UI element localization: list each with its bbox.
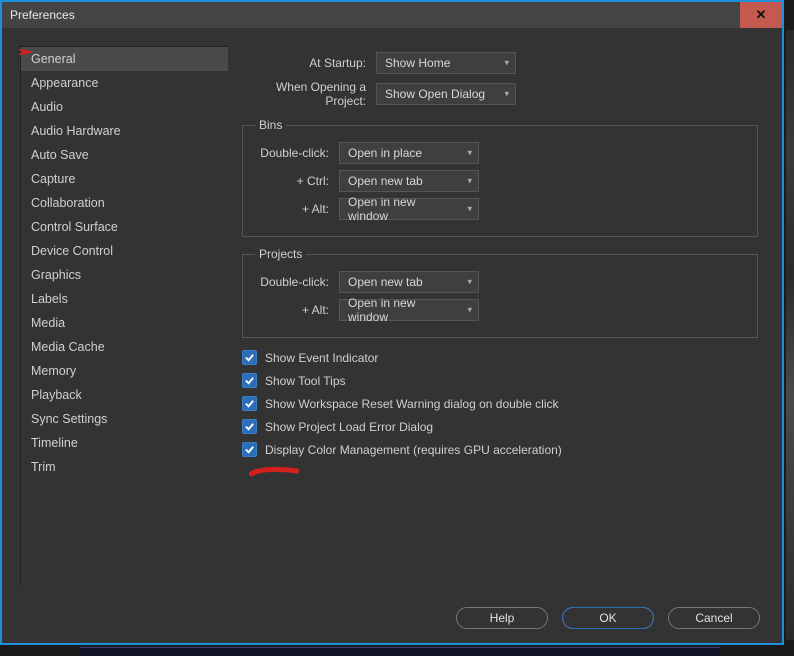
preferences-window: Preferences ✕ GeneralAppearanceAudioAudi… bbox=[0, 0, 784, 645]
check-icon bbox=[244, 421, 255, 432]
checkbox-label: Show Workspace Reset Warning dialog on d… bbox=[265, 397, 558, 411]
setting-row: + Alt: Open in new window ▾ bbox=[255, 198, 745, 220]
titlebar: Preferences ✕ bbox=[2, 2, 782, 28]
content-panel: At Startup:Show Home▾When Opening a Proj… bbox=[234, 46, 766, 585]
setting-label: + Ctrl: bbox=[255, 174, 339, 188]
sidebar-item-media[interactable]: Media bbox=[21, 311, 228, 335]
dropdown-value: Show Home bbox=[385, 56, 450, 70]
checkbox[interactable] bbox=[242, 373, 257, 388]
setting-label: Double-click: bbox=[255, 146, 339, 160]
dialog-footer: Help OK Cancel bbox=[2, 593, 782, 643]
checkbox-label: Show Tool Tips bbox=[265, 374, 346, 388]
dropdown-bins-double-click[interactable]: Open in place ▾ bbox=[339, 142, 479, 164]
checkbox[interactable] bbox=[242, 350, 257, 365]
dropdown-bins-ctrl[interactable]: Open new tab ▾ bbox=[339, 170, 479, 192]
setting-label: Double-click: bbox=[255, 275, 339, 289]
sidebar-item-media-cache[interactable]: Media Cache bbox=[21, 335, 228, 359]
dropdown-value: Show Open Dialog bbox=[385, 87, 485, 101]
sidebar-item-timeline[interactable]: Timeline bbox=[21, 431, 228, 455]
setting-label: + Alt: bbox=[255, 202, 339, 216]
checkbox-row[interactable]: Show Workspace Reset Warning dialog on d… bbox=[242, 396, 758, 411]
close-icon: ✕ bbox=[756, 7, 767, 23]
chevron-down-icon: ▾ bbox=[504, 89, 509, 100]
dropdown-value: Open in new window bbox=[348, 296, 456, 324]
checkbox-row[interactable]: Show Tool Tips bbox=[242, 373, 758, 388]
chevron-down-icon: ▾ bbox=[467, 305, 472, 316]
category-sidebar: GeneralAppearanceAudioAudio HardwareAuto… bbox=[20, 46, 228, 585]
background-bottom bbox=[80, 647, 720, 656]
checkbox-list: Show Event Indicator Show Tool Tips Show W… bbox=[242, 350, 758, 457]
chevron-down-icon: ▾ bbox=[467, 277, 472, 288]
background-strip bbox=[786, 30, 794, 640]
help-button[interactable]: Help bbox=[456, 607, 548, 629]
check-icon bbox=[244, 375, 255, 386]
sidebar-item-collaboration[interactable]: Collaboration bbox=[21, 191, 228, 215]
sidebar-item-auto-save[interactable]: Auto Save bbox=[21, 143, 228, 167]
chevron-down-icon: ▾ bbox=[467, 148, 472, 159]
checkbox[interactable] bbox=[242, 396, 257, 411]
window-title: Preferences bbox=[10, 8, 75, 22]
sidebar-item-graphics[interactable]: Graphics bbox=[21, 263, 228, 287]
dialog-body: GeneralAppearanceAudioAudio HardwareAuto… bbox=[2, 28, 782, 593]
ok-button[interactable]: OK bbox=[562, 607, 654, 629]
setting-row: Double-click: Open in place ▾ bbox=[255, 142, 745, 164]
checkbox-row[interactable]: Show Event Indicator bbox=[242, 350, 758, 365]
dropdown-value: Open new tab bbox=[348, 275, 423, 289]
cancel-button[interactable]: Cancel bbox=[668, 607, 760, 629]
annotation-underline bbox=[249, 466, 299, 478]
setting-label: When Opening a Project: bbox=[242, 80, 376, 108]
checkbox-label: Display Color Management (requires GPU a… bbox=[265, 443, 562, 457]
checkbox[interactable] bbox=[242, 442, 257, 457]
sidebar-item-audio-hardware[interactable]: Audio Hardware bbox=[21, 119, 228, 143]
sidebar-item-appearance[interactable]: Appearance bbox=[21, 71, 228, 95]
dropdown-bins-alt[interactable]: Open in new window ▾ bbox=[339, 198, 479, 220]
sidebar-item-sync-settings[interactable]: Sync Settings bbox=[21, 407, 228, 431]
chevron-down-icon: ▾ bbox=[467, 204, 472, 215]
sidebar-item-audio[interactable]: Audio bbox=[21, 95, 228, 119]
setting-row: At Startup: Show Home ▾ bbox=[242, 52, 758, 74]
setting-row: When Opening a Project: Show Open Dialog ▾ bbox=[242, 80, 758, 108]
group-legend: Bins bbox=[255, 118, 286, 132]
dropdown-value: Open in new window bbox=[348, 195, 456, 223]
chevron-down-icon: ▾ bbox=[467, 176, 472, 187]
close-button[interactable]: ✕ bbox=[740, 2, 782, 28]
annotation-arrow bbox=[18, 47, 34, 57]
checkbox-label: Show Event Indicator bbox=[265, 351, 378, 365]
chevron-down-icon: ▾ bbox=[504, 58, 509, 69]
checkbox-label: Show Project Load Error Dialog bbox=[265, 420, 433, 434]
checkbox-row[interactable]: Show Project Load Error Dialog bbox=[242, 419, 758, 434]
check-icon bbox=[244, 352, 255, 363]
check-icon bbox=[244, 444, 255, 455]
dropdown-value: Open in place bbox=[348, 146, 422, 160]
sidebar-item-capture[interactable]: Capture bbox=[21, 167, 228, 191]
group-bins: BinsDouble-click:Open in place▾+ Ctrl:Op… bbox=[242, 118, 758, 237]
setting-row: Double-click: Open new tab ▾ bbox=[255, 271, 745, 293]
dropdown-at-startup[interactable]: Show Home ▾ bbox=[376, 52, 516, 74]
setting-row: + Ctrl: Open new tab ▾ bbox=[255, 170, 745, 192]
setting-label: + Alt: bbox=[255, 303, 339, 317]
setting-label: At Startup: bbox=[242, 56, 376, 70]
dropdown-when-opening-a-project[interactable]: Show Open Dialog ▾ bbox=[376, 83, 516, 105]
group-projects: ProjectsDouble-click:Open new tab▾+ Alt:… bbox=[242, 247, 758, 338]
sidebar-item-memory[interactable]: Memory bbox=[21, 359, 228, 383]
sidebar-item-device-control[interactable]: Device Control bbox=[21, 239, 228, 263]
sidebar-item-playback[interactable]: Playback bbox=[21, 383, 228, 407]
sidebar-item-labels[interactable]: Labels bbox=[21, 287, 228, 311]
group-legend: Projects bbox=[255, 247, 306, 261]
dropdown-projects-double-click[interactable]: Open new tab ▾ bbox=[339, 271, 479, 293]
setting-row: + Alt: Open in new window ▾ bbox=[255, 299, 745, 321]
dropdown-value: Open new tab bbox=[348, 174, 423, 188]
checkbox-row[interactable]: Display Color Management (requires GPU a… bbox=[242, 442, 758, 457]
sidebar-item-control-surface[interactable]: Control Surface bbox=[21, 215, 228, 239]
dropdown-projects-alt[interactable]: Open in new window ▾ bbox=[339, 299, 479, 321]
sidebar-item-general[interactable]: General bbox=[21, 47, 228, 71]
checkbox[interactable] bbox=[242, 419, 257, 434]
sidebar-item-trim[interactable]: Trim bbox=[21, 455, 228, 479]
check-icon bbox=[244, 398, 255, 409]
